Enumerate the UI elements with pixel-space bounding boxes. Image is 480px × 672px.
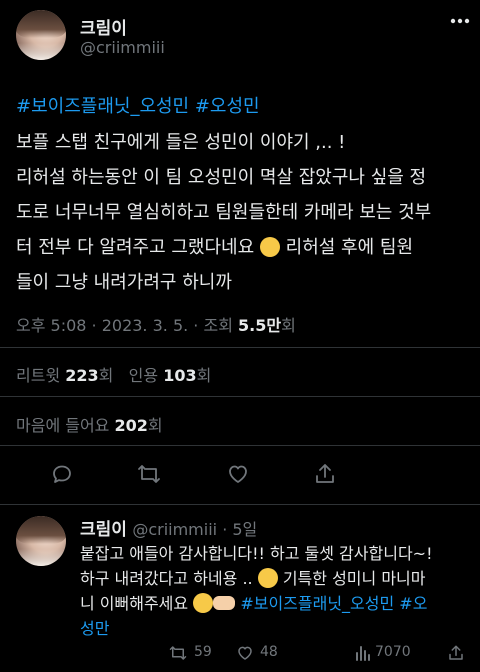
retweet-stat[interactable]: 리트윗 223회 (16, 366, 113, 385)
more-horizontal-icon[interactable] (450, 18, 470, 24)
divider (0, 445, 480, 446)
reply-view-count: 7070 (375, 644, 411, 660)
tweet-line-4-text: 터 전부 다 알려주고 그랬다네요 (16, 237, 255, 258)
bar-chart-icon (356, 646, 370, 661)
quote-stat[interactable]: 인용 103회 (129, 366, 212, 385)
tweet-line-1: 보플 스탭 친구에게 들은 성민이 이야기 ,.. ! (16, 132, 346, 153)
author-handle[interactable]: @criimmiii (80, 38, 165, 57)
tweet-hashtags[interactable]: #보이즈플래닛_오성민 #오성민 (16, 92, 260, 118)
views-suffix: 회 (281, 316, 296, 335)
pleading-face-emoji (259, 237, 280, 257)
reply-retweet-count: 59 (194, 644, 212, 660)
reply-line-1: 붙잡고 애들아 감사합니다!! 하고 둘셋 감사합니다~! (80, 544, 433, 563)
reply-like-count: 48 (260, 644, 278, 660)
views-count: 5.5만 (238, 316, 282, 335)
likes-stat[interactable]: 마음에 들어요 202회 (16, 412, 163, 436)
tweet-line-3: 도로 너무너무 열심히하고 팀원들한테 카메라 보는 것부 (16, 202, 432, 223)
heart-icon (238, 646, 252, 660)
divider (0, 347, 480, 348)
tweet-line-4: 터 전부 다 알려주고 그랬다네요 리허설 후에 팀원 (16, 233, 413, 259)
share-icon[interactable] (447, 644, 465, 662)
reply-author-name[interactable]: 크림이 (80, 520, 127, 540)
retweet-icon (169, 646, 187, 660)
heart-eyes-cat-emoji (193, 593, 214, 613)
reply-line-3: 니 이뻐해주세요 #보이즈플래닛_오성민 #오 (80, 593, 428, 613)
reply-author-avatar[interactable] (16, 516, 66, 566)
tweet-timestamp[interactable]: 오후 5:08 · 2023. 3. 5. · 조회 5.5만회 (16, 312, 296, 336)
tweet-line-4b-text: 리허설 후에 팀원 (285, 237, 414, 258)
divider (0, 504, 480, 505)
share-icon[interactable] (313, 462, 337, 486)
reply-author-meta[interactable]: @criimmiii · 5일 (132, 520, 257, 539)
heart-icon[interactable] (226, 462, 250, 486)
author-name[interactable]: 크림이 (80, 14, 127, 39)
pleading-face-emoji (257, 568, 278, 588)
retweet-icon[interactable] (136, 462, 162, 486)
comment-icon[interactable] (50, 462, 74, 486)
reply-hashtags[interactable]: #보이즈플래닛_오성민 #오 (240, 594, 427, 613)
tweet-line-2: 리허설 하는동안 이 팀 오성민이 멱살 잡았구나 싶을 정 (16, 167, 427, 188)
timestamp-text: 오후 5:08 · 2023. 3. 5. · 조회 (16, 316, 233, 335)
tweet-line-5: 들이 그냥 내려가려구 하니까 (16, 272, 232, 293)
author-avatar[interactable] (16, 10, 66, 60)
reply-line-2: 하구 내려갔다고 하네용 .. 기특한 성미니 마니마 (80, 568, 426, 588)
divider (0, 396, 480, 397)
reply-hashtag-continued[interactable]: 성만 (80, 615, 109, 639)
pointing-hand-emoji (213, 596, 236, 610)
reply-header: 크림이 @criimmiii · 5일 (80, 515, 257, 540)
retweet-quote-stats: 리트윗 223회 인용 103회 (16, 362, 211, 386)
